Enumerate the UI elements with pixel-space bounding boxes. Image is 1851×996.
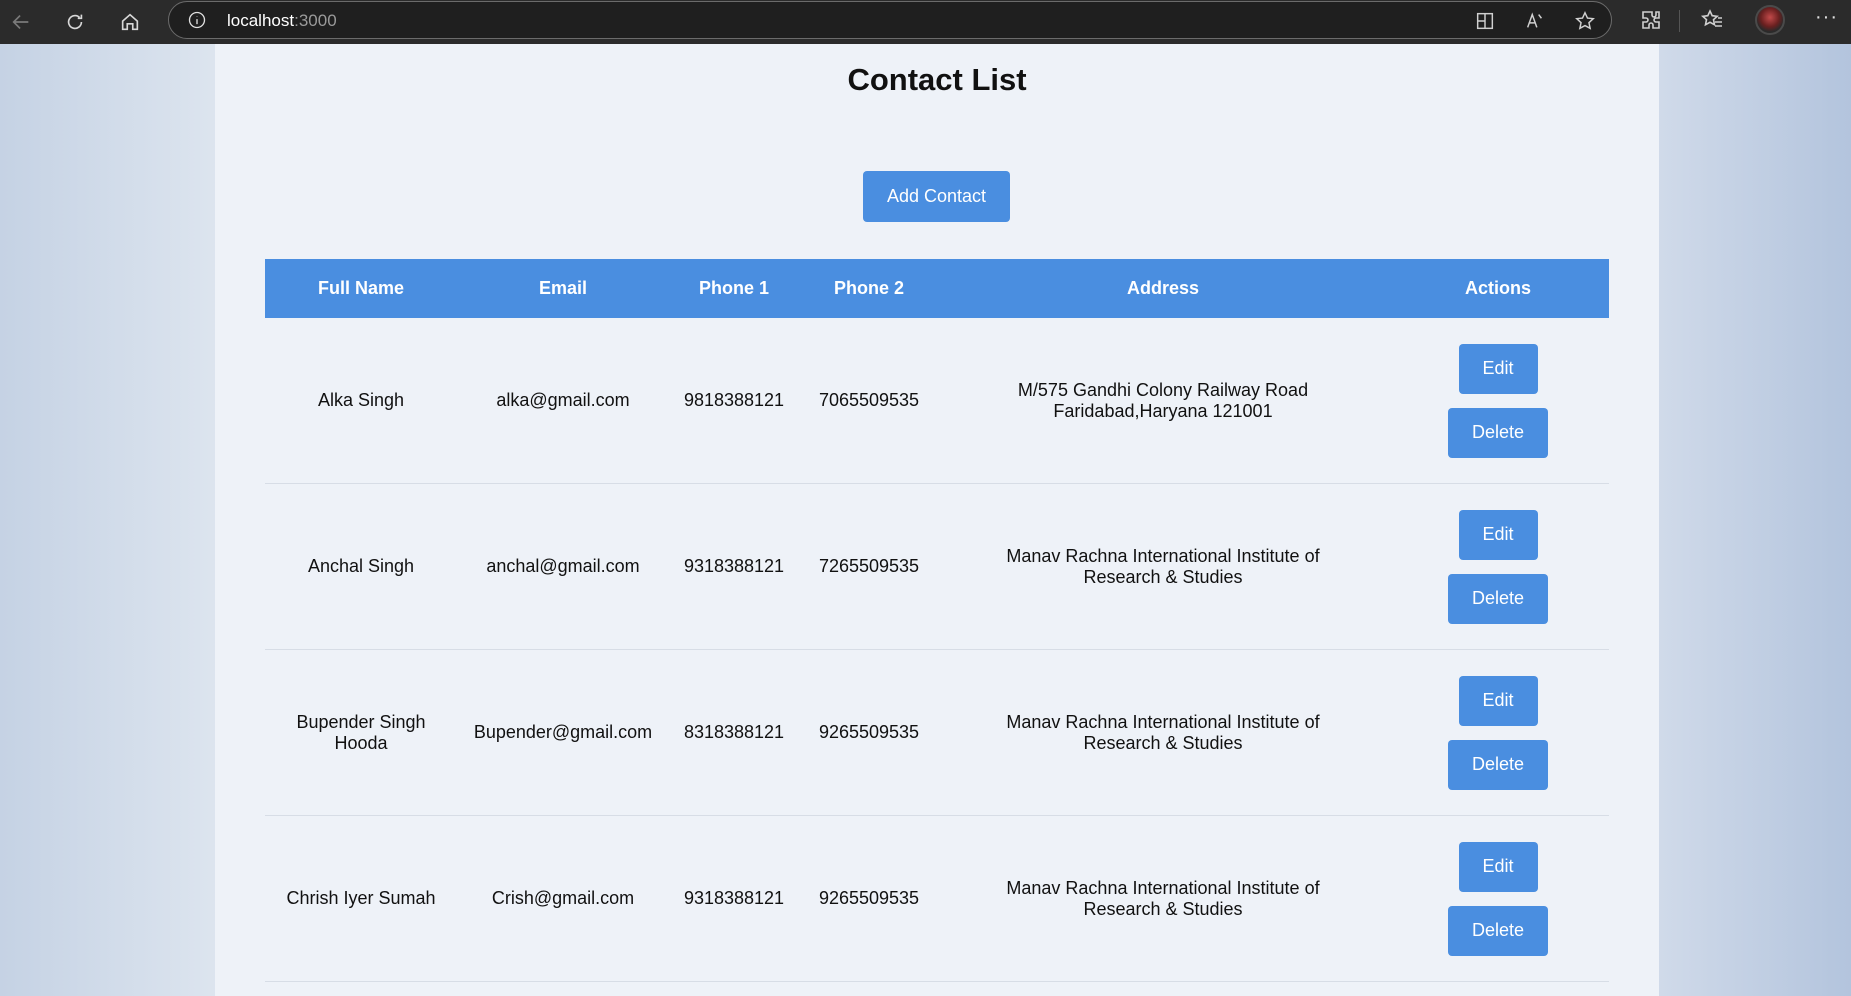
cell-email: Crish@gmail.com [491,888,635,908]
cell-email: alka@gmail.com [496,390,630,410]
cell-email: Bupender@gmail.com [473,722,653,742]
cell-address: Manav Rachna International Institute of … [1006,711,1320,753]
reload-icon[interactable] [57,4,93,40]
info-icon[interactable] [187,10,207,30]
contacts-table: Full Name Email Phone 1 Phone 2 Address … [265,259,1609,982]
cell-phone-2: 9265509535 [818,722,920,742]
header-phone-2: Phone 2 [833,278,904,298]
cell-phone-1: 9818388121 [683,390,785,410]
cell-full-name: Bupender Singh Hooda [296,711,426,753]
back-arrow-icon[interactable] [3,4,39,40]
toolbar-separator [1679,10,1680,32]
browser-toolbar: localhost:3000 ··· [0,0,1851,44]
cell-phone-2: 7065509535 [818,390,920,410]
cell-actions: Edit Delete [1387,675,1609,790]
table-row: Chrish Iyer Sumah Crish@gmail.com 931838… [265,816,1609,982]
url-host: localhost [227,11,295,30]
cell-address: Manav Rachna International Institute of … [1006,545,1320,587]
edit-button[interactable]: Edit [1458,509,1538,560]
address-bar[interactable]: localhost:3000 [168,1,1612,39]
cell-phone-1: 9318388121 [683,888,785,908]
header-full-name: Full Name [317,278,405,298]
extensions-icon[interactable] [1639,8,1663,32]
cell-actions: Edit Delete [1387,343,1609,458]
cell-full-name: Alka Singh [317,390,405,410]
cell-full-name: Anchal Singh [307,556,415,576]
table-row: Bupender Singh Hooda Bupender@gmail.com … [265,650,1609,816]
table-row: Anchal Singh anchal@gmail.com 9318388121… [265,484,1609,650]
edit-button[interactable]: Edit [1458,675,1538,726]
cell-phone-1: 9318388121 [683,556,785,576]
delete-button[interactable]: Delete [1448,739,1548,790]
read-aloud-icon[interactable] [1524,10,1546,32]
cell-phone-2: 7265509535 [818,556,920,576]
more-icon[interactable]: ··· [1815,6,1838,29]
header-address: Address [1126,278,1200,298]
delete-button[interactable]: Delete [1448,905,1548,956]
cell-actions: Edit Delete [1387,509,1609,624]
cell-address: M/575 Gandhi Colony Railway Road Faridab… [1017,379,1309,421]
url-text[interactable]: localhost:3000 [227,11,337,31]
contact-list-page: Contact List Add Contact Full Name Email… [215,44,1659,996]
url-port: :3000 [294,11,337,30]
delete-button[interactable]: Delete [1448,407,1548,458]
header-actions: Actions [1464,278,1531,298]
cell-email: anchal@gmail.com [486,556,640,576]
cell-phone-1: 8318388121 [683,722,785,742]
star-icon[interactable] [1574,10,1596,32]
header-email: Email [538,278,588,298]
header-phone-1: Phone 1 [698,278,769,298]
delete-button[interactable]: Delete [1448,573,1548,624]
page-title: Contact List [847,62,1027,97]
add-contact-button[interactable]: Add Contact [863,171,1010,222]
cell-full-name: Chrish Iyer Sumah [286,888,436,908]
favorites-icon[interactable] [1700,8,1724,32]
cell-actions: Edit Delete [1387,841,1609,956]
home-icon[interactable] [112,4,148,40]
cell-address: Manav Rachna International Institute of … [1006,877,1320,919]
avatar[interactable] [1755,5,1785,35]
edit-button[interactable]: Edit [1458,841,1538,892]
split-screen-icon[interactable] [1474,10,1496,32]
cell-phone-2: 9265509535 [818,888,920,908]
edit-button[interactable]: Edit [1458,343,1538,394]
table-row: Alka Singh alka@gmail.com 9818388121 706… [265,318,1609,484]
table-header: Full Name Email Phone 1 Phone 2 Address … [265,259,1609,318]
